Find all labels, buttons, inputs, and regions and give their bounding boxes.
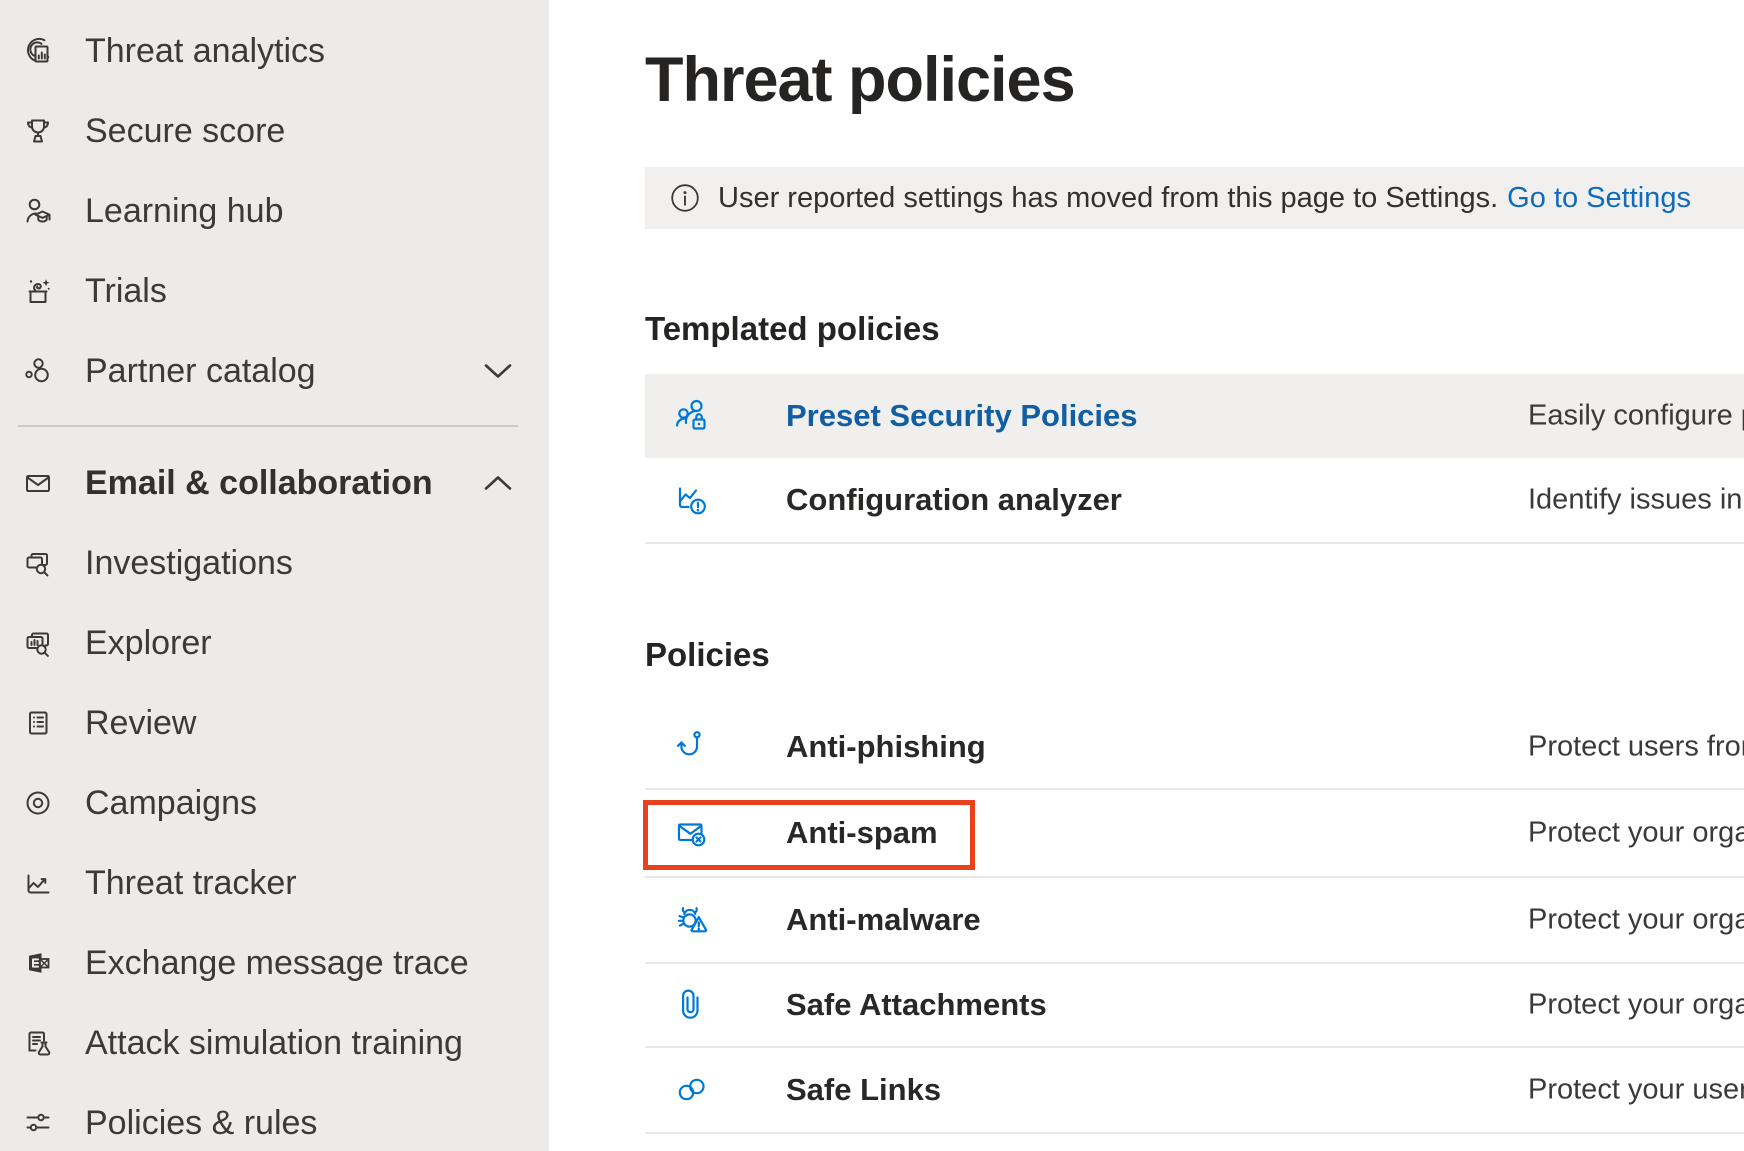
sidebar-item-review[interactable]: Review (0, 683, 549, 763)
exchange-icon (21, 946, 55, 980)
sidebar-item-partner-catalog[interactable]: Partner catalog (0, 331, 549, 411)
section-heading-policies: Policies (645, 636, 770, 674)
chevron-down-icon[interactable] (484, 364, 512, 379)
sidebar-item-label: Review (85, 704, 196, 743)
row-configuration-analyzer[interactable]: Configuration analyzer Identify issues i… (645, 458, 1744, 544)
info-banner: User reported settings has moved from th… (645, 167, 1744, 229)
sidebar-item-exchange-message-trace[interactable]: Exchange message trace (0, 923, 549, 1003)
chevron-up-icon[interactable] (484, 476, 512, 491)
sidebar-item-label: Attack simulation training (85, 1024, 463, 1063)
row-title-link[interactable]: Preset Security Policies (786, 398, 1138, 434)
trials-icon (21, 274, 55, 308)
go-to-settings-link[interactable]: Go to Settings (1507, 182, 1691, 215)
row-description: Protect your users fr (1528, 1074, 1744, 1107)
investigations-icon (21, 546, 55, 580)
sidebar-item-label: Campaigns (85, 784, 257, 823)
row-title[interactable]: Configuration analyzer (786, 482, 1122, 518)
row-safe-links[interactable]: Safe Links Protect your users fr (645, 1048, 1744, 1134)
row-title[interactable]: Anti-malware (786, 902, 981, 938)
info-icon (670, 183, 700, 213)
sidebar-item-label: Partner catalog (85, 352, 316, 391)
review-icon (21, 706, 55, 740)
sidebar-item-label: Trials (85, 272, 167, 311)
sidebar-item-label: Threat analytics (85, 32, 325, 71)
sidebar-item-secure-score[interactable]: Secure score (0, 91, 549, 171)
threat-analytics-icon (21, 34, 55, 68)
row-title[interactable]: Safe Links (786, 1072, 941, 1108)
learning-hub-icon (21, 194, 55, 228)
campaigns-icon (21, 786, 55, 820)
row-anti-spam[interactable]: Anti-spam Protect your organiz (645, 790, 1744, 878)
row-description: Easily configure prot (1528, 400, 1744, 433)
partner-catalog-icon (21, 354, 55, 388)
secure-score-icon (21, 114, 55, 148)
email-collaboration-icon (21, 466, 55, 500)
threat-policies-screen: Threat analytics Secure score (0, 0, 1744, 1151)
attack-simulation-icon (21, 1026, 55, 1060)
row-safe-attachments[interactable]: Safe Attachments Protect your organiz (645, 964, 1744, 1048)
row-preset-security-policies[interactable]: Preset Security Policies Easily configur… (645, 374, 1744, 458)
sidebar-item-threat-tracker[interactable]: Threat tracker (0, 843, 549, 923)
explorer-icon (21, 626, 55, 660)
sidebar-nav-list: Threat analytics Secure score (0, 11, 549, 1151)
row-anti-phishing[interactable]: Anti-phishing Protect users from p (645, 706, 1744, 790)
sidebar-item-label: Explorer (85, 624, 212, 663)
sidebar-item-label: Threat tracker (85, 864, 297, 903)
sidebar-item-explorer[interactable]: Explorer (0, 603, 549, 683)
banner-text: User reported settings has moved from th… (718, 182, 1498, 215)
anti-phishing-icon (672, 727, 712, 767)
sidebar-item-label: Secure score (85, 112, 285, 151)
page-title: Threat policies (645, 44, 1075, 116)
anti-spam-icon (672, 813, 712, 853)
preset-security-policies-icon (672, 396, 712, 436)
safe-links-icon (672, 1070, 712, 1110)
sidebar-item-campaigns[interactable]: Campaigns (0, 763, 549, 843)
threat-tracker-icon (21, 866, 55, 900)
sidebar-item-label: Investigations (85, 544, 293, 583)
row-title[interactable]: Anti-spam (786, 815, 938, 851)
sidebar-item-investigations[interactable]: Investigations (0, 523, 549, 603)
row-description: Protect users from p (1528, 731, 1744, 764)
row-anti-malware[interactable]: Anti-malware Protect your organiz (645, 878, 1744, 964)
row-title[interactable]: Safe Attachments (786, 987, 1047, 1023)
sidebar-item-email-collaboration[interactable]: Email & collaboration (0, 443, 549, 523)
row-title[interactable]: Anti-phishing (786, 729, 986, 765)
sidebar-divider (18, 425, 518, 427)
sidebar-item-trials[interactable]: Trials (0, 251, 549, 331)
sidebar-item-label: Email & collaboration (85, 464, 433, 503)
sidebar: Threat analytics Secure score (0, 0, 549, 1151)
row-description: Protect your organiz (1528, 989, 1744, 1022)
section-heading-templated-policies: Templated policies (645, 310, 940, 348)
sidebar-item-label: Exchange message trace (85, 944, 469, 983)
sidebar-item-attack-simulation-training[interactable]: Attack simulation training (0, 1003, 549, 1083)
row-description: Protect your organiz (1528, 904, 1744, 937)
anti-malware-icon (672, 900, 712, 940)
sidebar-item-label: Policies & rules (85, 1104, 317, 1143)
row-description: Protect your organiz (1528, 817, 1744, 850)
main-content: Threat policies User reported settings h… (549, 0, 1744, 1151)
safe-attachments-icon (672, 985, 712, 1025)
sidebar-item-threat-analytics[interactable]: Threat analytics (0, 11, 549, 91)
sidebar-item-policies-rules[interactable]: Policies & rules (0, 1083, 549, 1151)
sidebar-item-label: Learning hub (85, 192, 284, 231)
configuration-analyzer-icon (672, 480, 712, 520)
policies-rules-icon (21, 1106, 55, 1140)
row-description: Identify issues in you (1528, 484, 1744, 517)
sidebar-item-learning-hub[interactable]: Learning hub (0, 171, 549, 251)
